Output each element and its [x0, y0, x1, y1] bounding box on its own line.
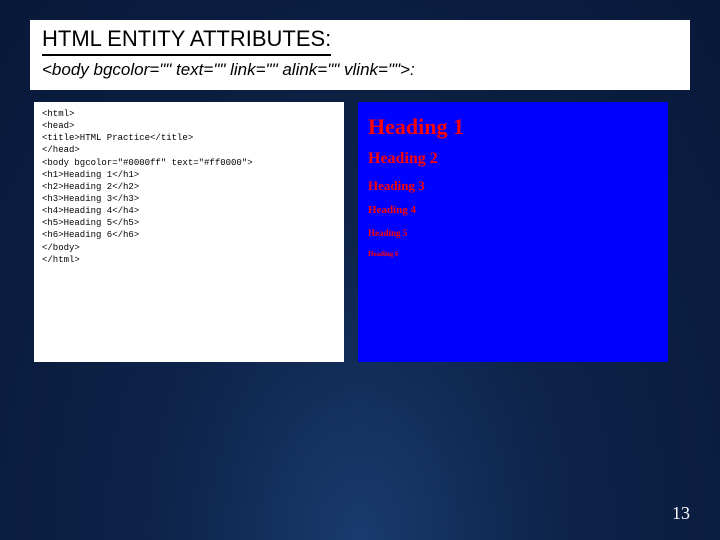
- slide-subtitle: <body bgcolor="" text="" link="" alink="…: [42, 60, 678, 80]
- slide-title: HTML ENTITY ATTRIBUTES:: [42, 26, 331, 56]
- preview-heading-6: Heading 6: [368, 250, 658, 258]
- page-number: 13: [672, 503, 690, 524]
- slide: HTML ENTITY ATTRIBUTES: <body bgcolor=""…: [0, 0, 720, 540]
- preview-heading-1: Heading 1: [368, 114, 658, 140]
- content-panels: <html> <head> <title>HTML Practice</titl…: [30, 102, 690, 362]
- preview-heading-5: Heading 5: [368, 228, 658, 238]
- preview-heading-4: Heading 4: [368, 204, 658, 216]
- preview-panel: Heading 1 Heading 2 Heading 3 Heading 4 …: [358, 102, 668, 362]
- preview-heading-3: Heading 3: [368, 178, 658, 194]
- preview-heading-2: Heading 2: [368, 150, 658, 168]
- code-panel: <html> <head> <title>HTML Practice</titl…: [34, 102, 344, 362]
- title-block: HTML ENTITY ATTRIBUTES: <body bgcolor=""…: [30, 20, 690, 90]
